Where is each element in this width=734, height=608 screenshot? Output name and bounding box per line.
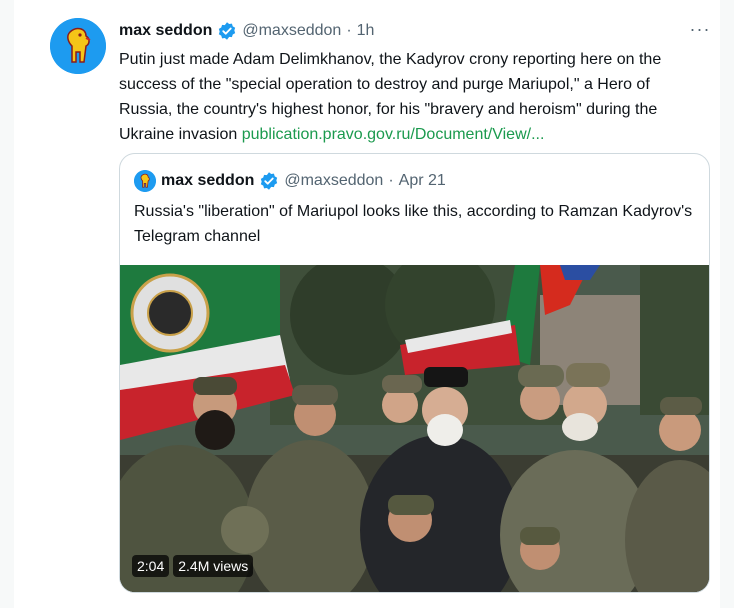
verified-badge-icon <box>219 22 236 40</box>
lion-emblem-icon <box>134 170 156 192</box>
quoted-author-name: max seddon <box>161 172 255 189</box>
author-avatar[interactable] <box>50 18 106 74</box>
quoted-header-separator: · <box>388 172 394 189</box>
author-handle[interactable]: @maxseddon <box>242 20 341 42</box>
video-badges: 2:04 2.4M views <box>132 555 254 577</box>
quoted-author-avatar <box>134 170 156 192</box>
tweet-body: Putin just made Adam Delimkhanov, the Ka… <box>119 47 699 147</box>
quoted-tweet[interactable]: max seddon @maxseddon · Apr 21 Russia's … <box>119 153 710 593</box>
quoted-author-handle: @maxseddon <box>284 172 384 189</box>
tweet-header: max seddon @maxseddon · 1h <box>119 20 374 42</box>
quoted-tweet-header: max seddon @maxseddon · Apr 21 <box>134 170 446 192</box>
verified-badge-icon <box>261 172 278 190</box>
video-duration: 2:04 <box>132 555 170 577</box>
author-name[interactable]: max seddon <box>119 20 212 42</box>
tweet-card[interactable]: max seddon @maxseddon · 1h ··· Putin jus… <box>14 0 720 608</box>
more-dots-icon[interactable]: ··· <box>688 20 712 42</box>
tweet-time[interactable]: 1h <box>357 20 375 42</box>
quoted-tweet-text: Russia's "liberation" of Mariupol looks … <box>134 203 693 245</box>
header-separator: · <box>346 22 352 39</box>
lion-emblem-icon <box>50 18 106 74</box>
video-thumbnail <box>120 265 709 592</box>
quoted-tweet-date: Apr 21 <box>398 172 446 189</box>
tweet-link[interactable]: publication.pravo.gov.ru/Document/View/.… <box>242 126 545 143</box>
video-player[interactable]: 2:04 2.4M views <box>120 265 709 592</box>
video-views: 2.4M views <box>173 555 254 577</box>
